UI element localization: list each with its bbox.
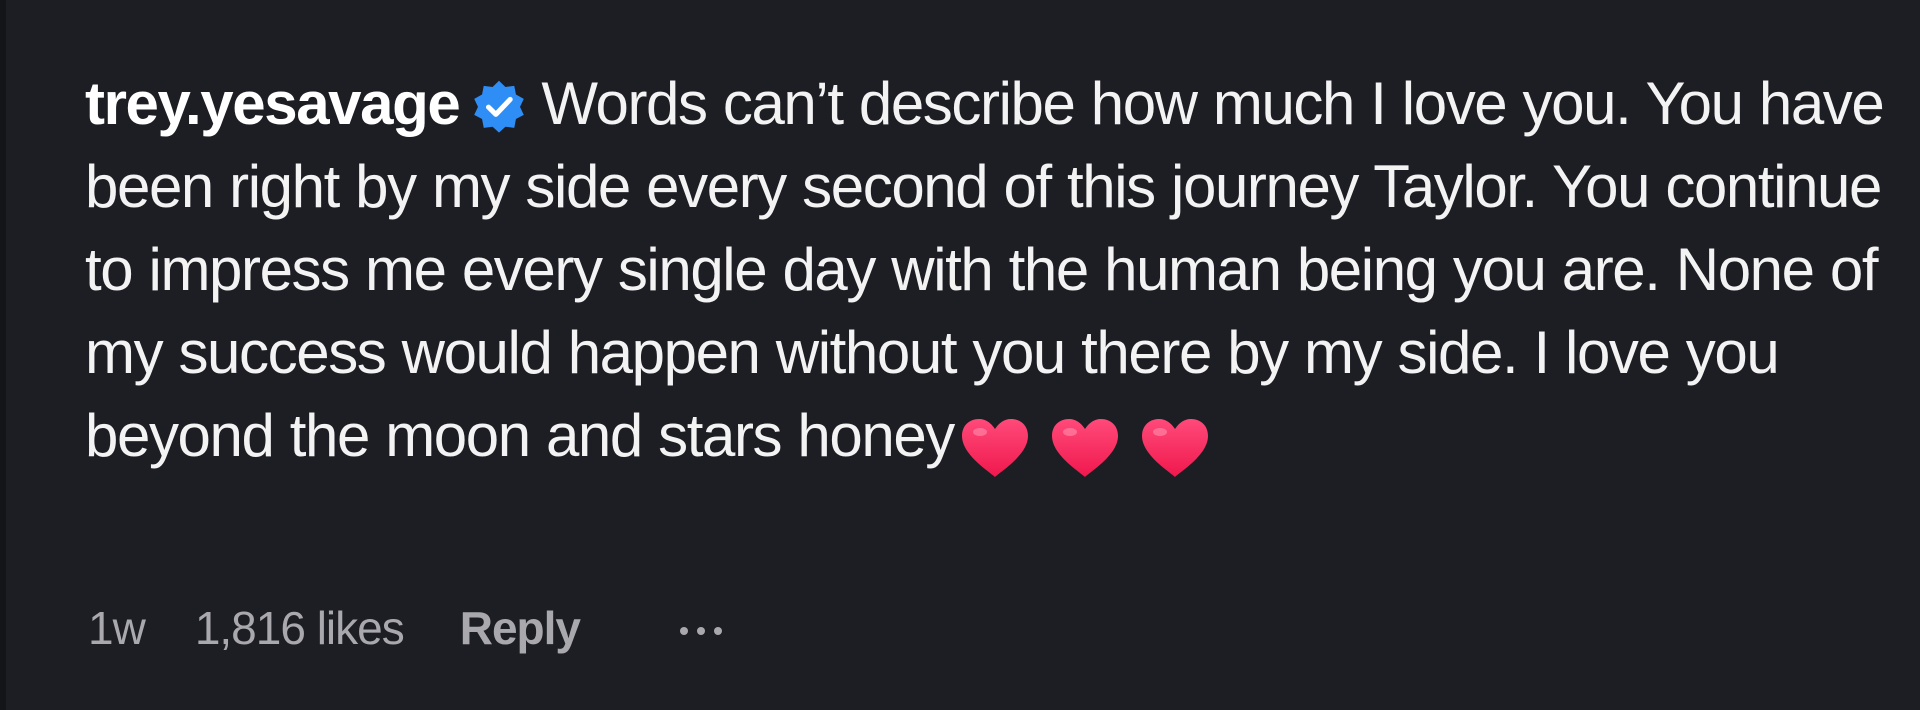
red-heart-icon xyxy=(1050,417,1120,479)
comment-like-count[interactable]: 1,816 likes xyxy=(195,601,405,655)
comment-meta: 1w 1,816 likes Reply xyxy=(88,598,722,658)
comment-body: trey.yesavage Words can’t describe how mu… xyxy=(85,62,1895,485)
verified-badge-icon xyxy=(471,78,527,134)
comment: trey.yesavage Words can’t describe how mu… xyxy=(85,62,1895,485)
comment-username[interactable]: trey.yesavage xyxy=(85,70,461,137)
comment-timestamp[interactable]: 1w xyxy=(88,601,146,655)
left-edge-divider xyxy=(0,0,6,710)
red-heart-icon xyxy=(960,417,1030,479)
red-heart-icon xyxy=(1140,417,1210,479)
reply-button[interactable]: Reply xyxy=(460,601,581,655)
heart-emojis xyxy=(960,402,1230,485)
more-options-icon[interactable] xyxy=(680,621,722,635)
